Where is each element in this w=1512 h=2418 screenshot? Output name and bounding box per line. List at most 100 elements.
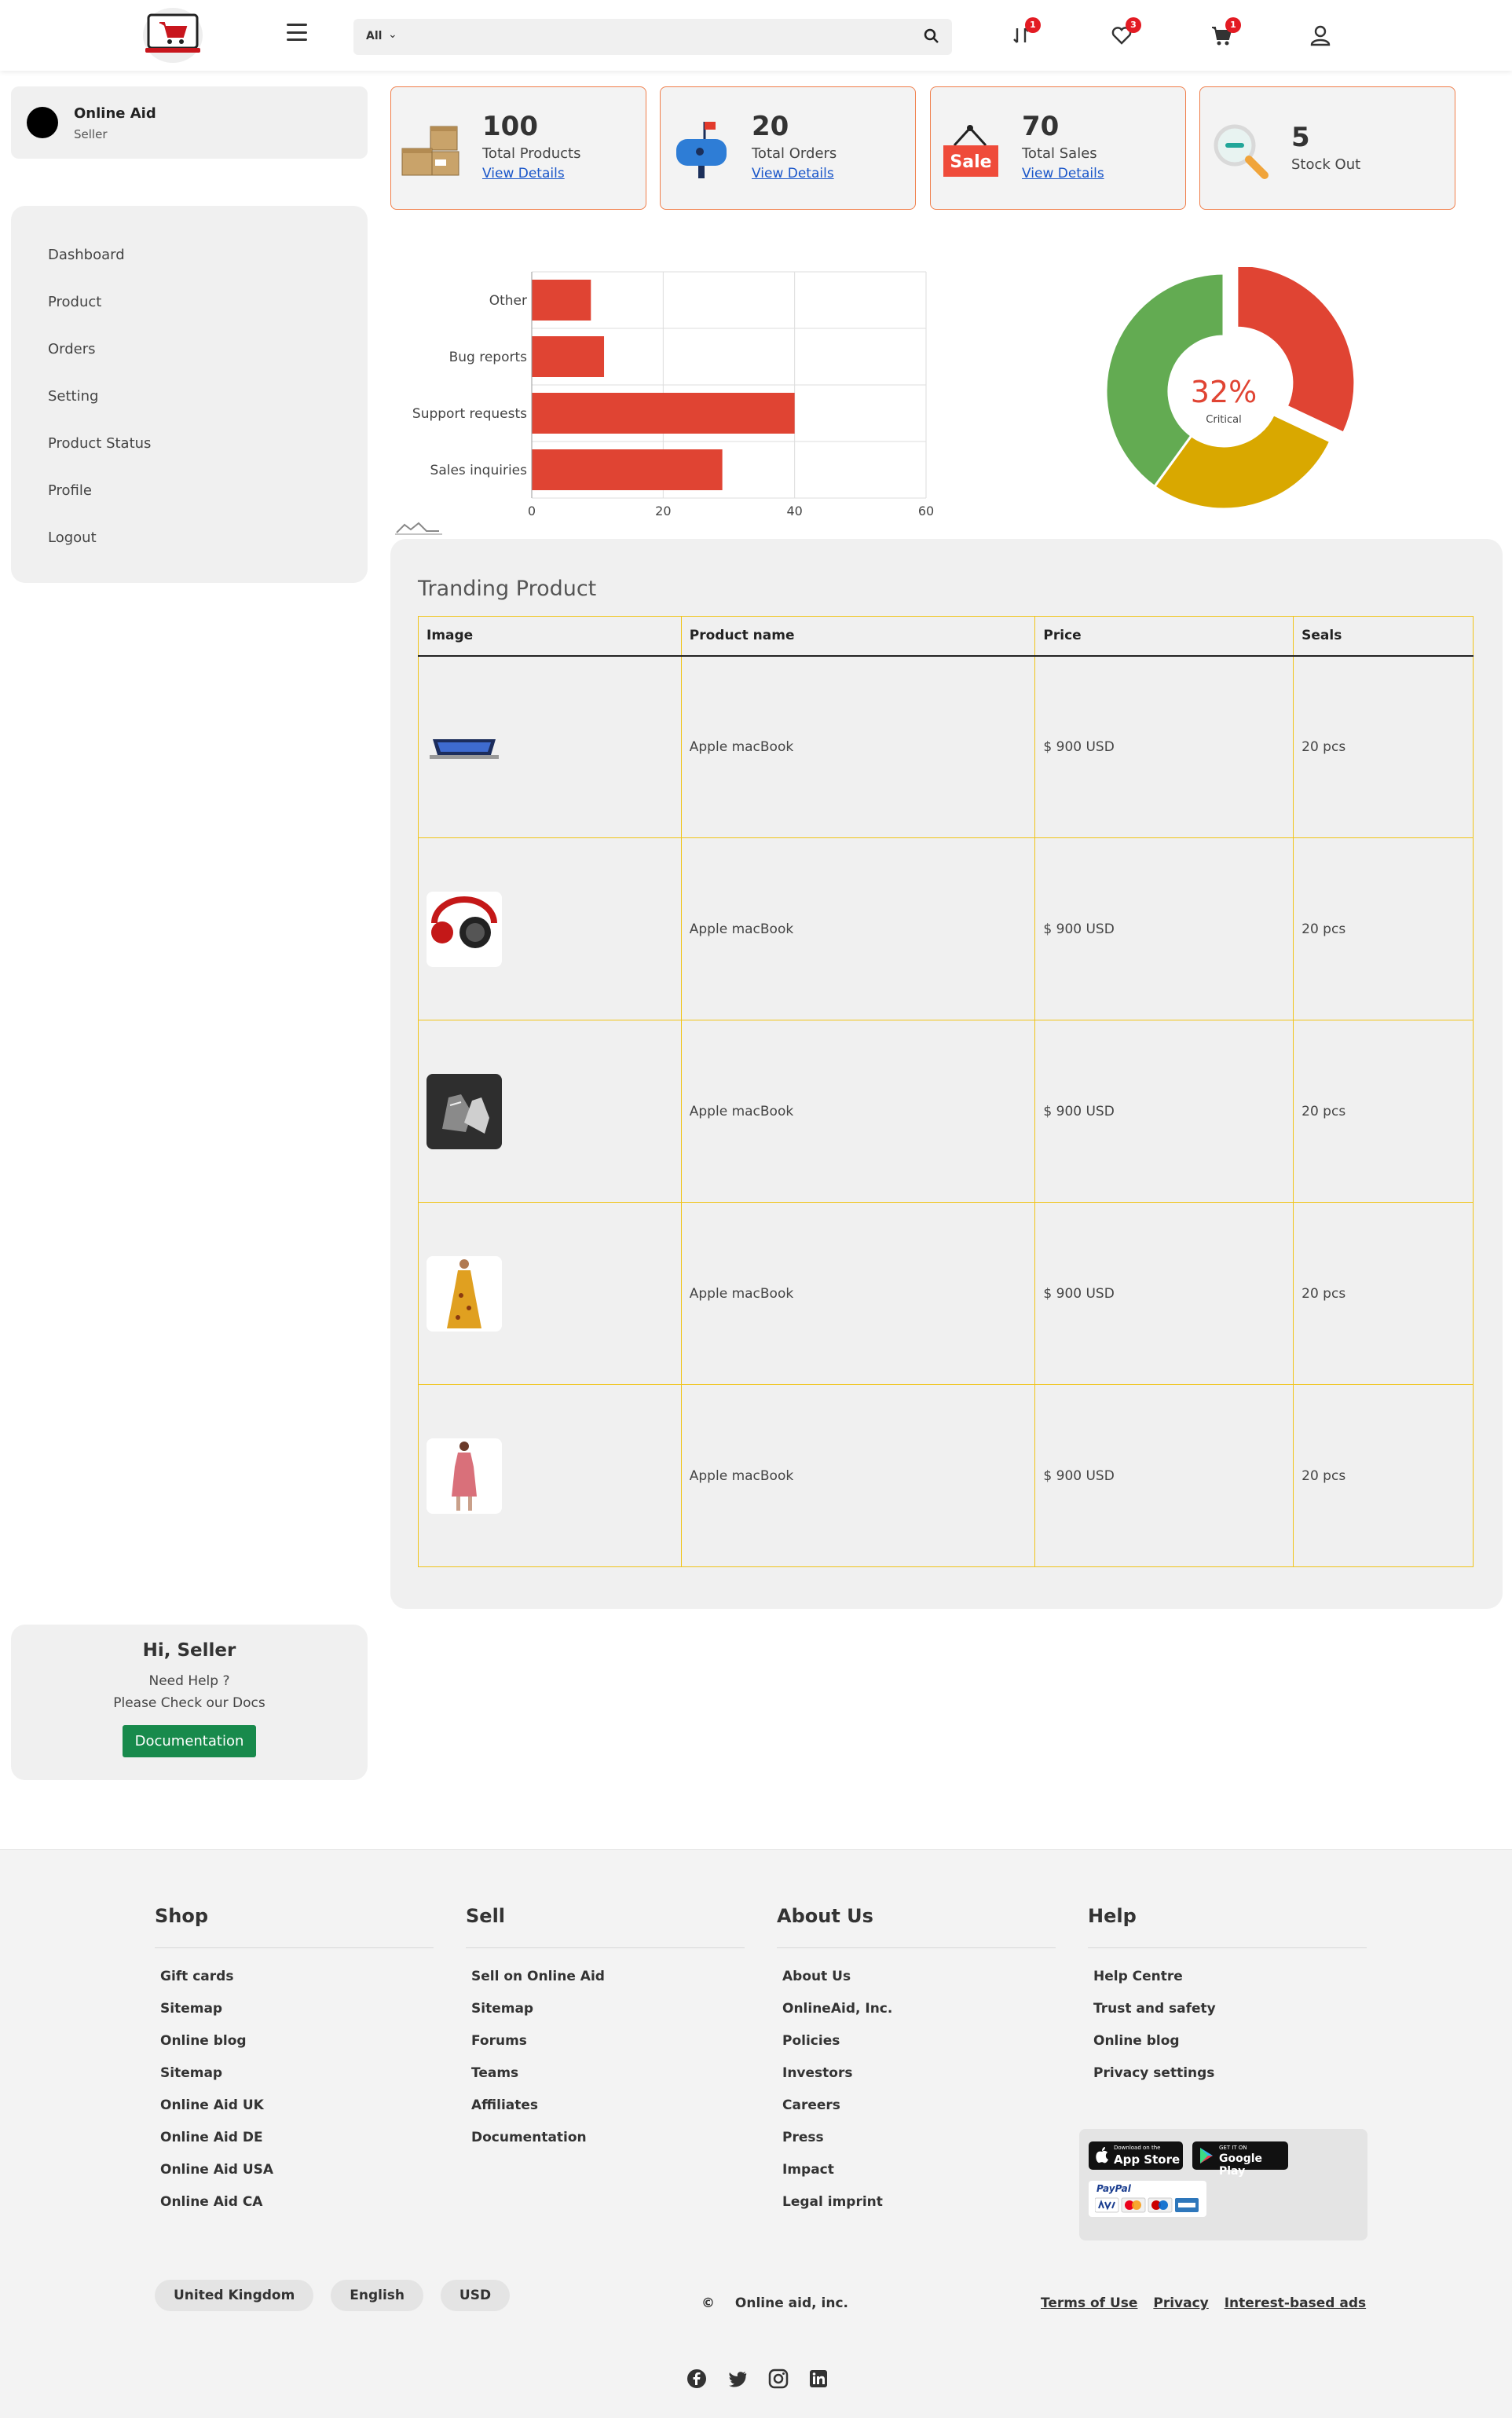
country-selector[interactable]: United Kingdom [155,2280,314,2311]
view-details-link[interactable]: View Details [1022,166,1104,181]
account-button[interactable] [1309,24,1332,47]
sidebar-item-profile[interactable]: Profile [11,477,368,524]
search-icon[interactable] [924,28,939,44]
laptop-icon [430,738,499,759]
view-details-link[interactable]: View Details [482,166,565,181]
sidebar-item-setting[interactable]: Setting [11,383,368,430]
table-row[interactable]: Apple macBook $ 900 USD 20 pcs [418,1384,1474,1567]
x-tick-label: 60 [918,504,934,518]
footer-link[interactable]: Teams [471,2065,749,2097]
app-store-badge[interactable]: Download on the App Store [1089,2141,1183,2170]
twitter-icon[interactable] [727,2369,748,2389]
footer-column-sell: Sell Sell on Online Aid Sitemap Forums T… [466,1905,749,2162]
help-text: Need Help ? [148,1673,230,1689]
search-bar[interactable]: All ⌄ [353,19,952,55]
play-store-icon [1200,2148,1213,2163]
footer-link[interactable]: Forums [471,2033,749,2065]
footer-link[interactable]: Help Centre [1093,1969,1371,2001]
product-image-laptop[interactable] [427,709,502,785]
compare-button[interactable]: 1 [1009,17,1041,47]
cart-button[interactable]: 1 [1210,17,1241,47]
help-title: Hi, Seller [142,1640,236,1661]
y-tick-label: Sales inquiries [430,463,528,478]
footer-link[interactable]: Careers [782,2097,1060,2130]
column-header[interactable]: Product name [680,616,1036,657]
stat-value: 70 [1022,111,1060,142]
product-image-sneakers[interactable] [427,1073,502,1149]
payment-methods: PayPal [1089,2181,1206,2217]
google-play-text: Google Play [1219,2152,1263,2178]
copyright-symbol: © [701,2295,715,2311]
product-image-yellow-dress[interactable] [427,1255,502,1332]
sidebar-item-product-status[interactable]: Product Status [11,430,368,477]
documentation-button[interactable]: Documentation [122,1725,257,1757]
footer-link[interactable]: Documentation [471,2130,749,2162]
column-header[interactable]: Price [1034,616,1294,657]
search-category-select[interactable]: All [366,30,382,42]
section-title: Tranding Product [418,577,597,601]
footer-link[interactable]: Online Aid UK [160,2097,437,2130]
footer-link[interactable]: Press [782,2130,1060,2162]
footer-link[interactable]: Policies [782,2033,1060,2065]
footer-link[interactable]: Sitemap [160,2001,437,2033]
table-row[interactable]: Apple macBook $ 900 USD 20 pcs [418,655,1474,838]
donut-chart: 32% Critical [1104,267,1356,511]
interest-ads-link[interactable]: Interest-based ads [1225,2295,1366,2311]
sidebar-item-dashboard[interactable]: Dashboard [11,241,368,288]
table-row[interactable]: Apple macBook $ 900 USD 20 pcs [418,837,1474,1020]
menu-toggle-icon[interactable] [287,24,307,41]
instagram-icon[interactable] [768,2369,789,2389]
avatar [27,107,58,138]
footer-column-help: Help Help Centre Trust and safety Online… [1088,1905,1371,2097]
privacy-link[interactable]: Privacy [1153,2295,1208,2311]
product-price: $ 900 USD [1034,1384,1294,1567]
column-header[interactable]: Image [418,616,682,657]
footer-link[interactable]: Online blog [160,2033,437,2065]
footer-link[interactable]: About Us [782,1969,1060,2001]
footer-link[interactable]: Online Aid CA [160,2194,437,2226]
footer-link[interactable]: Online Aid USA [160,2162,437,2194]
product-image-headphones[interactable] [427,891,502,967]
footer-link[interactable]: Sell on Online Aid [471,1969,749,2001]
product-sold: 20 pcs [1293,1202,1474,1385]
footer-link[interactable]: Impact [782,2162,1060,2194]
google-play-badge[interactable]: GET IT ON Google Play [1192,2141,1288,2178]
facebook-icon[interactable] [686,2369,707,2389]
logo[interactable] [143,8,203,63]
product-price: $ 900 USD [1034,1202,1294,1385]
sidebar-item-product[interactable]: Product [11,288,368,335]
table-row[interactable]: Apple macBook $ 900 USD 20 pcs [418,1202,1474,1385]
paypal-logo: PayPal [1096,2183,1131,2194]
footer-link[interactable]: Investors [782,2065,1060,2097]
sidebar-item-orders[interactable]: Orders [11,335,368,383]
footer-link[interactable]: Privacy settings [1093,2065,1371,2097]
column-header[interactable]: Seals [1293,616,1474,657]
magnifier-icon [1214,124,1269,179]
stat-label: Stock Out [1291,156,1361,173]
language-selector[interactable]: English [331,2280,423,2311]
y-tick-label: Other [489,293,527,309]
stat-label: Total Sales [1022,145,1097,162]
wishlist-button[interactable]: 3 [1110,17,1141,47]
footer-link[interactable]: Sitemap [471,2001,749,2033]
footer-link[interactable]: Gift cards [160,1969,437,2001]
footer-link[interactable]: Affiliates [471,2097,749,2130]
sidebar-item-logout[interactable]: Logout [11,524,368,571]
footer-link[interactable]: Legal imprint [782,2194,1060,2226]
footer-link[interactable]: Online Aid DE [160,2130,437,2162]
sale-sign-icon: Sale [943,125,998,177]
view-details-link[interactable]: View Details [752,166,834,181]
currency-selector[interactable]: USD [440,2280,511,2311]
terms-link[interactable]: Terms of Use [1041,2295,1137,2311]
cart-badge: 1 [1225,17,1241,33]
sidebar: Dashboard Product Orders Setting Product… [11,206,368,583]
table-row[interactable]: Apple macBook $ 900 USD 20 pcs [418,1020,1474,1203]
footer-link[interactable]: Online blog [1093,2033,1371,2065]
product-sold: 20 pcs [1293,1020,1474,1203]
linkedin-icon[interactable] [808,2369,829,2389]
footer-link[interactable]: OnlineAid, Inc. [782,2001,1060,2033]
compare-badge: 1 [1025,17,1041,33]
product-image-pink-dress[interactable] [427,1438,502,1514]
footer-link[interactable]: Sitemap [160,2065,437,2097]
footer-link[interactable]: Trust and safety [1093,2001,1371,2033]
